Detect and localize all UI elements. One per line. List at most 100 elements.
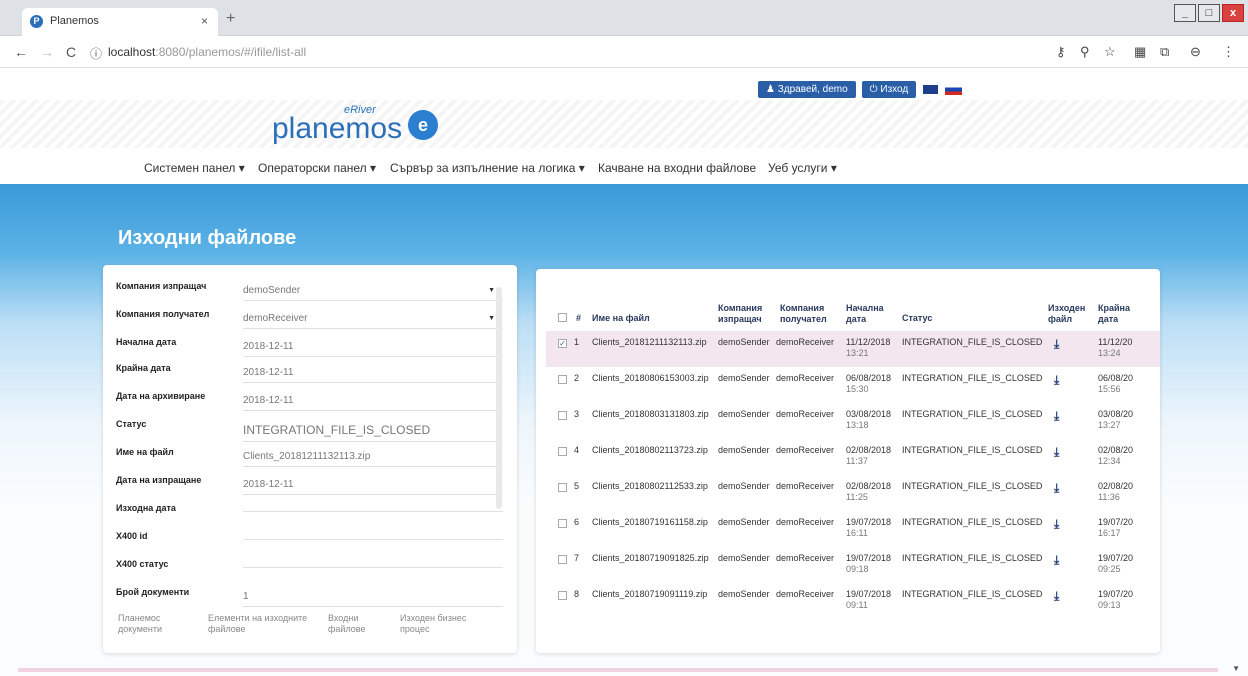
reload-icon[interactable]: C [66,44,76,60]
tab-input-files[interactable]: Входни файлове [328,613,378,635]
back-icon[interactable]: ← [14,44,28,60]
row-checkbox[interactable] [558,555,567,564]
tab-output-file-elements[interactable]: Елементи на изходните файлове [208,613,318,635]
more-menu-icon[interactable]: ⋮ [1222,44,1235,60]
col-output-file[interactable]: Изходен файл [1048,303,1088,325]
menu-web-services[interactable]: Уеб услуги ▾ [768,161,837,175]
bookmark-star-icon[interactable]: ☆ [1104,44,1116,60]
download-icon[interactable]: ⤓ [1054,373,1059,388]
user-bar: ♟ Здравей, demo ⏻ Изход [758,78,963,100]
download-icon[interactable]: ⤓ [1054,553,1059,568]
archive-date-input[interactable]: 2018-12-11 [243,395,503,411]
col-sender[interactable]: Компания изпращач [718,303,770,325]
bulgarian-flag-icon[interactable] [945,83,963,95]
site-info-icon[interactable]: ⓘ [90,45,102,62]
field-output-date: Изходна дата [116,503,506,529]
field-document-count: Брой документи 1 [116,587,506,613]
row-end-date: 11/12/20 [1098,337,1133,347]
row-start-time: 11:37 [846,456,868,466]
col-start-date[interactable]: Начална дата [846,303,886,325]
row-checkbox[interactable] [558,375,567,384]
table-row[interactable]: 6 Clients_20180719161158.zip demoSender dem… [546,511,1160,547]
field-label: Изходна дата [116,503,176,513]
row-status: INTEGRATION_FILE_IS_CLOSED [902,553,1043,563]
cast-icon[interactable]: ⧉ [1160,44,1169,60]
menu-system-panel[interactable]: Системен панел ▾ [144,161,245,175]
row-sender: demoSender [718,517,770,527]
row-checkbox[interactable] [558,447,567,456]
download-icon[interactable]: ⤓ [1054,481,1059,496]
end-date-input[interactable]: 2018-12-11 [243,367,503,383]
x400-id-input[interactable] [243,535,503,540]
download-icon[interactable]: ⤓ [1054,445,1059,460]
download-icon[interactable]: ⤓ [1054,589,1059,604]
menu-operator-panel[interactable]: Операторски панел ▾ [258,161,376,175]
row-file-name: Clients_20180719091119.zip [592,589,708,599]
address-bar: ← → C ⓘ localhost:8080/planemos/#/ifile/… [0,36,1248,68]
tab-planemos-documents[interactable]: Планемос документи [118,613,188,635]
download-icon[interactable]: ⤓ [1054,337,1059,352]
row-checkbox[interactable]: ✓ [558,339,567,348]
maximize-button[interactable]: □ [1198,4,1220,22]
start-date-input[interactable]: 2018-12-11 [243,341,503,357]
row-num: 2 [574,373,580,383]
row-num: 6 [574,517,580,527]
row-start-time: 09:18 [846,564,869,574]
row-checkbox[interactable] [558,591,567,600]
browser-tab[interactable]: P Planemos × [22,8,218,36]
table-row[interactable]: 2 Clients_20180806153003.zip demoSender dem… [546,367,1160,403]
send-date-input[interactable]: 2018-12-11 [243,479,503,495]
table-row[interactable]: ✓ 1 Clients_20181211132113.zip demoSender de… [546,331,1160,367]
tab-close-icon[interactable]: × [201,14,208,28]
user-icon: ♟ [766,83,775,95]
col-status[interactable]: Статус [902,313,932,324]
sender-select[interactable]: demoSender ▼ [243,285,503,301]
forward-icon[interactable]: → [40,44,54,60]
output-date-input[interactable] [243,507,503,512]
table-row[interactable]: 5 Clients_20180802112533.zip demoSender dem… [546,475,1160,511]
row-checkbox[interactable] [558,519,567,528]
tab-output-business-process[interactable]: Изходен бизнес процес [400,613,484,635]
document-count-input[interactable]: 1 [243,591,503,607]
col-end-date[interactable]: Крайна дата [1098,303,1134,325]
close-window-button[interactable]: x [1222,4,1244,22]
page-scroll-down-icon[interactable]: ▼ [1232,664,1240,673]
panel-scrollbar[interactable] [496,287,502,509]
row-file-name: Clients_20180806153003.zip [592,373,709,383]
english-flag-icon[interactable] [922,83,940,95]
menu-logic-server[interactable]: Сървър за изпълнение на логика ▾ [390,161,585,175]
zoom-icon[interactable]: ⚲ [1080,44,1090,60]
select-all-checkbox[interactable] [558,313,567,322]
row-sender: demoSender [718,481,770,491]
download-icon[interactable]: ⤓ [1054,409,1059,424]
table-row[interactable]: 4 Clients_20180802113723.zip demoSender dem… [546,439,1160,475]
file-name-input[interactable]: Clients_20181211132113.zip [243,451,503,467]
profile-icon[interactable]: ⊖ [1190,44,1201,60]
row-checkbox[interactable] [558,483,567,492]
row-status: INTEGRATION_FILE_IS_CLOSED [902,337,1043,347]
minimize-button[interactable]: _ [1174,4,1196,22]
status-input[interactable]: INTEGRATION_FILE_IS_CLOSED [243,423,503,442]
row-checkbox[interactable] [558,411,567,420]
x400-status-input[interactable] [243,563,503,568]
logout-button[interactable]: ⏻ Изход [861,80,917,98]
row-start-time: 11:25 [846,492,868,502]
url-field[interactable]: localhost:8080/planemos/#/ifile/list-all [108,45,306,59]
field-label: Начална дата [116,337,177,347]
power-icon: ⏻ [869,83,878,95]
table-row[interactable]: 8 Clients_20180719091119.zip demoSender dem… [546,583,1160,619]
key-icon[interactable]: ⚷ [1056,44,1066,60]
row-file-name: Clients_20180802113723.zip [592,445,708,455]
download-icon[interactable]: ⤓ [1054,517,1059,532]
col-receiver[interactable]: Компания получател [780,303,832,325]
col-file-name[interactable]: Име на файл [592,313,650,324]
menu-upload-input-files[interactable]: Качване на входни файлове [598,161,756,175]
new-tab-button[interactable]: + [226,10,235,28]
extension-icon[interactable]: ▦ [1134,44,1146,60]
row-start-date: 19/07/2018 [846,589,892,599]
receiver-select[interactable]: demoReceiver ▼ [243,313,503,329]
chevron-down-icon: ▼ [488,315,495,322]
greeting-button[interactable]: ♟ Здравей, demo [758,80,856,98]
table-row[interactable]: 3 Clients_20180803131803.zip demoSender dem… [546,403,1160,439]
table-row[interactable]: 7 Clients_20180719091825.zip demoSender dem… [546,547,1160,583]
